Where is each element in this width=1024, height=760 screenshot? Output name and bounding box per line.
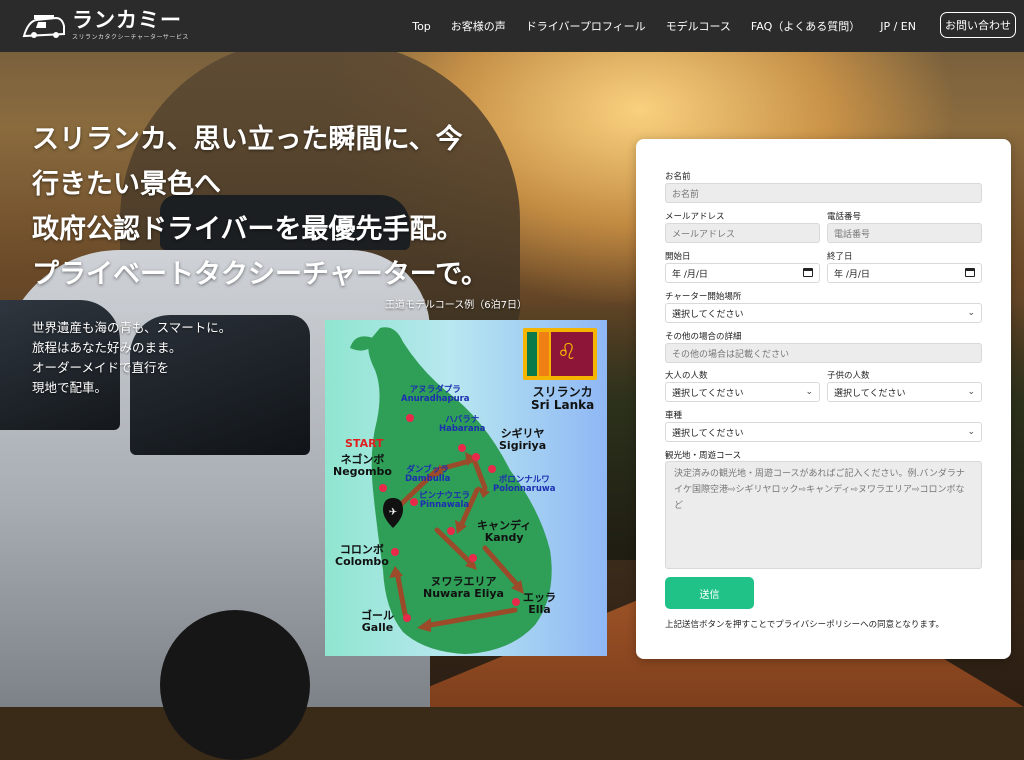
car-logo-icon xyxy=(22,14,65,38)
email-label: メールアドレス xyxy=(665,212,725,222)
subcopy-line: 旅程はあなた好みのまま。 xyxy=(32,340,182,355)
chevron-down-icon: ⌄ xyxy=(805,387,813,397)
start-date-value: 年 /月/日 xyxy=(672,269,708,280)
start-place-select[interactable]: 選択してください ⌄ xyxy=(665,303,982,323)
van-wheel xyxy=(160,610,310,760)
phone-label: 電話番号 xyxy=(827,212,862,222)
map-label-kandy: キャンディ Kandy xyxy=(477,519,532,545)
nav-link-top[interactable]: Top xyxy=(412,20,431,33)
brand-logo[interactable]: ランカミー スリランカタクシーチャーターサービス xyxy=(22,10,189,41)
headline-line: 政府公認ドライバーを最優先手配。 xyxy=(32,214,464,245)
vehicle-label: 車種 xyxy=(665,411,683,421)
vehicle-select[interactable]: 選択してください ⌄ xyxy=(665,422,982,442)
end-date-label: 終了日 xyxy=(827,252,853,262)
subcopy-line: 世界遺産も海の青も、スマートに。 xyxy=(32,320,232,335)
vehicle-value: 選択してください xyxy=(672,428,744,439)
chevron-down-icon: ⌄ xyxy=(967,427,975,437)
other-details-input[interactable]: その他の場合は記載ください xyxy=(665,343,982,363)
headline-line: 行きたい景色へ xyxy=(32,169,221,200)
end-date-input[interactable]: 年 /月/日 xyxy=(827,263,982,283)
map-label-anuradhapura: アヌラダプラ Anuradhapura xyxy=(401,385,470,405)
submit-button[interactable]: 送信 xyxy=(665,577,754,609)
end-date-value: 年 /月/日 xyxy=(834,269,870,280)
name-input[interactable]: お名前 xyxy=(665,183,982,203)
course-textarea[interactable]: 決定済みの観光地・周遊コースがあればご記入ください。例.バンダラナイケ国際空港⇨… xyxy=(665,461,982,569)
phone-input[interactable]: 電話番号 xyxy=(827,223,982,243)
subcopy-line: 現地で配車。 xyxy=(32,380,108,395)
privacy-note: 上記送信ボタンを押すことでプライバシーポリシーへの同意となります。 xyxy=(665,620,944,630)
start-date-input[interactable]: 年 /月/日 xyxy=(665,263,820,283)
map-label-negombo: ネゴンボ Negombo xyxy=(333,453,392,479)
map-label-polonnaruwa: ポロンナルワ Polonnaruwa xyxy=(493,475,556,495)
nav-link-driver-profile[interactable]: ドライバープロフィール xyxy=(526,18,646,34)
email-input[interactable]: メールアドレス xyxy=(665,223,820,243)
sri-lanka-flag: ♌ xyxy=(523,328,597,380)
name-label: お名前 xyxy=(665,172,691,182)
contact-button[interactable]: お問い合わせ xyxy=(940,12,1016,38)
calendar-icon[interactable] xyxy=(965,268,975,277)
adults-value: 選択してください xyxy=(672,388,744,399)
nav-link-reviews[interactable]: お客様の声 xyxy=(451,18,506,34)
nav-link-faq[interactable]: FAQ（よくある質問） xyxy=(751,18,860,34)
map-label-nuwara-eliya: ヌワラエリア Nuwara Eliya xyxy=(423,575,504,601)
headline-line: スリランカ、思い立った瞬間に、今 xyxy=(32,124,463,155)
start-place-label: チャーター開始場所 xyxy=(665,292,742,302)
course-label: 観光地・周遊コース xyxy=(665,451,742,461)
nav-link-model-course[interactable]: モデルコース xyxy=(666,18,731,34)
lion-icon: ♌ xyxy=(557,340,577,365)
map-label-galle: ゴール Galle xyxy=(361,609,394,635)
nav-links: Top お客様の声 ドライバープロフィール モデルコース FAQ（よくある質問）… xyxy=(412,0,916,52)
map-label-ella: エッラ Ella xyxy=(523,591,556,617)
chevron-down-icon: ⌄ xyxy=(967,308,975,318)
route-map: ✈ ♌ スリランカ Sri Lanka アヌラダプラ Anuradhapura ハバ… xyxy=(325,320,607,656)
map-label-pinnawala: ピンナウエラ Pinnawala xyxy=(419,491,471,511)
top-navbar: ランカミー スリランカタクシーチャーターサービス Top お客様の声 ドライバー… xyxy=(0,0,1024,52)
hero-subcopy: 世界遺産も海の青も、スマートに。 旅程はあなた好みのまま。 オーダーメイドで直行… xyxy=(32,318,231,398)
start-place-value: 選択してください xyxy=(672,309,744,320)
subcopy-line: オーダーメイドで直行を xyxy=(32,360,170,375)
children-label: 子供の人数 xyxy=(827,371,870,381)
chevron-down-icon: ⌄ xyxy=(967,387,975,397)
map-label-sigiriya: シギリヤ Sigiriya xyxy=(499,427,547,453)
map-label-country: スリランカ Sri Lanka xyxy=(531,385,595,413)
map-caption: 王道モデルコース例（6泊7日） xyxy=(385,300,528,311)
map-label-dambulla: ダンブッラ Dambulla xyxy=(405,465,451,485)
children-select[interactable]: 選択してください ⌄ xyxy=(827,382,982,402)
brand-tagline: スリランカタクシーチャーターサービス xyxy=(72,34,189,41)
svg-text:✈: ✈ xyxy=(389,507,397,518)
headline-line: プライベートタクシーチャーターで。 xyxy=(32,259,489,290)
children-value: 選択してください xyxy=(834,388,906,399)
hero-headline: スリランカ、思い立った瞬間に、今 行きたい景色へ 政府公認ドライバーを最優先手配… xyxy=(32,117,552,297)
brand-name: ランカミー xyxy=(72,8,182,32)
language-switch[interactable]: JP / EN xyxy=(880,20,916,33)
adults-label: 大人の人数 xyxy=(665,371,708,381)
calendar-icon[interactable] xyxy=(803,268,813,277)
start-date-label: 開始日 xyxy=(665,252,691,262)
adults-select[interactable]: 選択してください ⌄ xyxy=(665,382,820,402)
map-label-start: START xyxy=(345,437,384,450)
map-label-colombo: コロンボ Colombo xyxy=(335,543,389,569)
other-details-label: その他の場合の詳細 xyxy=(665,332,742,342)
map-label-habarana: ハバラナ Habarana xyxy=(439,415,486,435)
